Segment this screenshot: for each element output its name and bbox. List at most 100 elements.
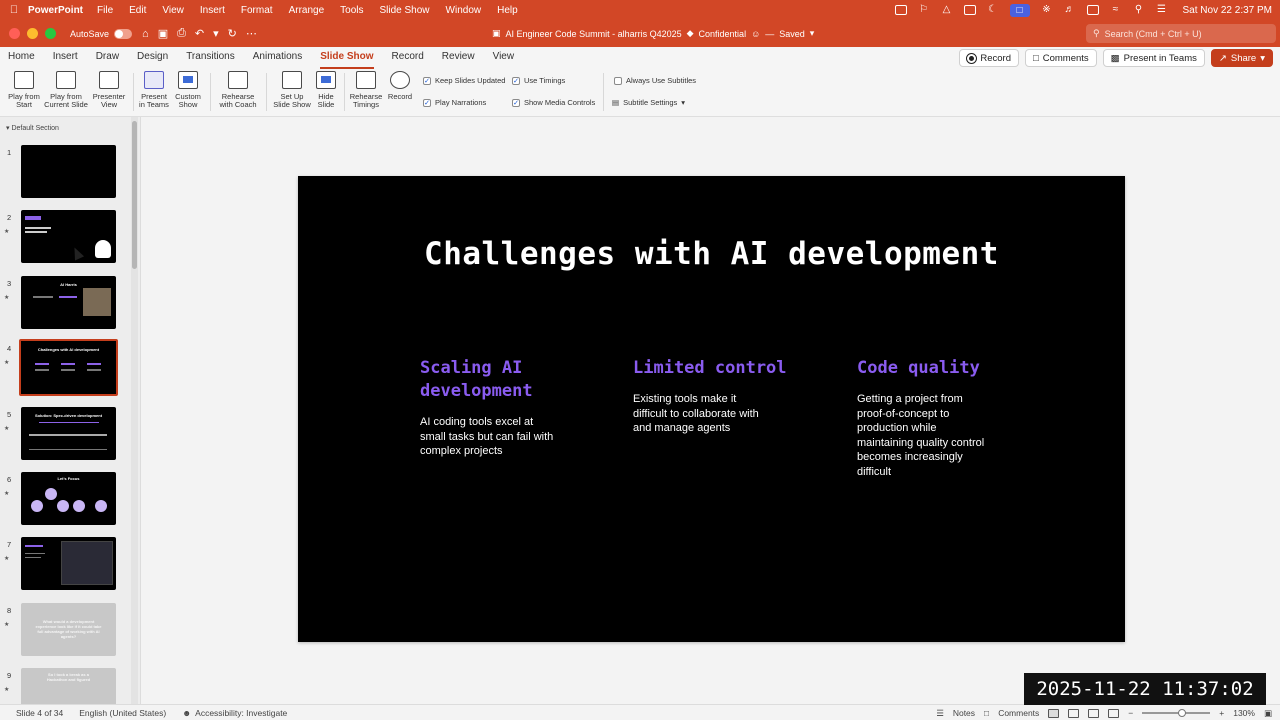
menu-edit[interactable]: Edit	[129, 5, 146, 16]
app-menu[interactable]: PowerPoint	[28, 5, 83, 16]
slide-thumbnail-2[interactable]: 2 ★	[0, 210, 130, 266]
set-up-slide-show-button[interactable]: Set Up Slide Show	[272, 71, 312, 109]
slide-thumbnail-5[interactable]: 5 ★ Solution: Spec-driven development	[0, 407, 130, 463]
share-button[interactable]: ↗ Share ▾	[1210, 49, 1273, 67]
presenter-view-button[interactable]: Presenter View	[90, 71, 128, 109]
slide-thumbnail-4[interactable]: 4 ★ Challenges with AI development	[0, 339, 130, 397]
play-from-current-button[interactable]: Play from Current Slide	[44, 71, 88, 109]
bluetooth-icon[interactable]: ※	[1041, 5, 1053, 15]
menu-arrange[interactable]: Arrange	[289, 5, 325, 16]
slide-thumbnail-6[interactable]: 6 ★ Let's Focus	[0, 472, 130, 528]
close-window-button[interactable]	[9, 28, 20, 39]
home-icon[interactable]: ⌂	[142, 28, 149, 40]
moon-icon[interactable]: ☾	[987, 5, 999, 15]
undo-dropdown-icon[interactable]: ▾	[213, 27, 219, 40]
current-slide[interactable]: Challenges with AI development Scaling A…	[298, 176, 1125, 642]
slide-column-control[interactable]: Limited control Existing tools make it d…	[633, 357, 813, 436]
accessibility-status[interactable]: Accessibility: Investigate	[195, 708, 287, 718]
notes-button[interactable]: Notes	[953, 708, 975, 718]
section-header[interactable]: ▾ Default Section	[6, 124, 59, 132]
always-use-subtitles-checkbox[interactable]: ✓ Always Use Subtitles	[614, 76, 696, 85]
language-indicator[interactable]: English (United States)	[79, 708, 166, 718]
undo-icon[interactable]: ↶	[195, 27, 204, 40]
fit-to-window-icon[interactable]: ▣	[1264, 708, 1272, 719]
menu-format[interactable]: Format	[241, 5, 273, 16]
show-media-controls-checkbox[interactable]: ✓ Show Media Controls	[512, 98, 595, 107]
more-icon[interactable]: ⋯	[246, 27, 257, 40]
wifi-icon[interactable]: ≈	[1110, 5, 1122, 15]
print-icon[interactable]: ⎙	[177, 27, 186, 40]
slide-thumbnail-8[interactable]: 8 ★ What would a development experience …	[0, 603, 130, 659]
a-icon[interactable]	[963, 5, 976, 15]
rehearse-timings-button[interactable]: Rehearse Timings	[348, 71, 384, 109]
comments-status-button[interactable]: Comments	[998, 708, 1039, 718]
hide-slide-button[interactable]: Hide Slide	[313, 71, 339, 109]
tab-draw[interactable]: Draw	[96, 47, 119, 69]
zoom-icon[interactable]	[894, 5, 907, 15]
menu-insert[interactable]: Insert	[200, 5, 225, 16]
tab-record[interactable]: Record	[392, 47, 424, 69]
slide-sorter-icon[interactable]	[1068, 708, 1080, 718]
record-ribbon-button[interactable]: Record	[386, 71, 414, 101]
zoom-in-icon[interactable]: +	[1219, 708, 1224, 718]
menu-window[interactable]: Window	[446, 5, 482, 16]
thumbnail-scrollbar[interactable]	[131, 117, 138, 704]
redo-icon[interactable]: ↻	[228, 27, 237, 40]
spotlight-search-icon[interactable]: ⚲	[1133, 5, 1145, 15]
menu-view[interactable]: View	[162, 5, 184, 16]
menu-clock[interactable]: Sat Nov 22 2:37 PM	[1183, 5, 1273, 16]
menu-slide-show[interactable]: Slide Show	[380, 5, 430, 16]
screen-share-icon[interactable]: □	[1009, 3, 1030, 17]
comments-button[interactable]: □ Comments	[1024, 49, 1097, 67]
slide-thumbnail-1[interactable]: 1	[0, 145, 130, 201]
use-timings-checkbox[interactable]: ✓ Use Timings	[512, 76, 565, 85]
slide-show-view-icon[interactable]	[1108, 708, 1120, 718]
normal-view-icon[interactable]	[1048, 708, 1060, 718]
tab-animations[interactable]: Animations	[253, 47, 302, 69]
rehearse-with-coach-button[interactable]: Rehearse with Coach	[216, 71, 260, 109]
document-title[interactable]: ▣ AI Engineer Code Summit - alharris Q42…	[492, 20, 814, 47]
custom-show-button[interactable]: Custom Show	[172, 71, 204, 109]
apple-icon[interactable]: 	[0, 4, 28, 16]
slide-thumbnail-7[interactable]: 7 ★	[0, 537, 130, 593]
puzzle-icon[interactable]: ⚐	[918, 5, 930, 15]
zoom-out-icon[interactable]: −	[1128, 708, 1133, 718]
menu-file[interactable]: File	[97, 5, 113, 16]
triangle-icon[interactable]: △	[941, 5, 953, 15]
search-box[interactable]: ⚲ Search (Cmd + Ctrl + U)	[1086, 24, 1276, 43]
battery-icon[interactable]	[1086, 5, 1099, 15]
autosave-toggle[interactable]	[114, 28, 133, 39]
tab-review[interactable]: Review	[442, 47, 475, 69]
tab-view[interactable]: View	[493, 47, 515, 69]
tab-design[interactable]: Design	[137, 47, 168, 69]
zoom-slider-knob[interactable]	[1178, 709, 1187, 717]
tab-insert[interactable]: Insert	[53, 47, 78, 69]
slide-thumbnail-3[interactable]: 3 ★ Al Harris	[0, 276, 130, 332]
slide-column-scaling[interactable]: Scaling AI development AI coding tools e…	[420, 357, 600, 459]
slide-thumbnail-9[interactable]: 9 ★ So I took a break as a Hackathon and…	[0, 668, 130, 704]
zoom-window-button[interactable]	[45, 28, 56, 39]
subtitle-settings-dropdown[interactable]: ▤ Subtitle Settings ▾	[612, 98, 685, 107]
tab-slide-show[interactable]: Slide Show	[320, 47, 374, 69]
save-icon[interactable]: ▣	[158, 27, 168, 40]
reading-view-icon[interactable]	[1088, 708, 1100, 718]
present-in-teams-ribbon-button[interactable]: Present in Teams	[138, 71, 170, 109]
play-narrations-checkbox[interactable]: ✓ Play Narrations	[423, 98, 486, 107]
menu-help[interactable]: Help	[497, 5, 518, 16]
control-center-icon[interactable]: ☰	[1156, 5, 1168, 15]
slide-preview	[21, 145, 116, 198]
zoom-level[interactable]: 130%	[1233, 708, 1255, 718]
zoom-slider[interactable]	[1142, 709, 1211, 717]
slide-column-quality[interactable]: Code quality Getting a project from proo…	[857, 357, 1037, 479]
play-from-start-button[interactable]: Play from Start	[6, 71, 42, 109]
slide-title[interactable]: Challenges with AI development	[298, 236, 1125, 272]
keep-slides-updated-checkbox[interactable]: ✓ Keep Slides Updated	[423, 76, 505, 85]
scrollbar-thumb[interactable]	[132, 121, 137, 269]
volume-icon[interactable]: ♬	[1064, 5, 1076, 15]
record-button[interactable]: Record	[959, 49, 1019, 67]
menu-tools[interactable]: Tools	[340, 5, 363, 16]
tab-transitions[interactable]: Transitions	[186, 47, 235, 69]
minimize-window-button[interactable]	[27, 28, 38, 39]
present-in-teams-button[interactable]: ▩ Present in Teams	[1102, 49, 1205, 67]
tab-home[interactable]: Home	[8, 47, 35, 69]
